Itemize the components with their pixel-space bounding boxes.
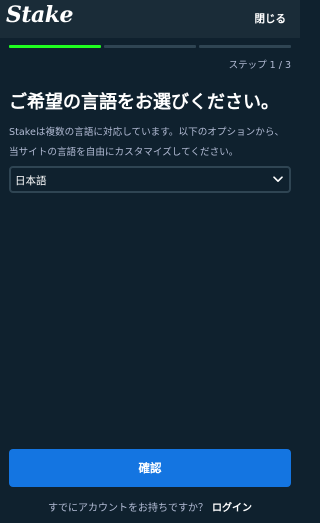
login-prompt: すでにアカウントをお持ちですか？ ログイン [0, 499, 300, 514]
close-button[interactable]: 閉じる [255, 11, 287, 26]
language-select-value: 日本語 [15, 175, 47, 187]
progress-segment-1 [9, 45, 101, 48]
progress-segment-2 [104, 45, 196, 48]
page-title: ご希望の言語をお選びください。 [9, 92, 279, 113]
page-description: Stakeは複数の言語に対応しています。以下のオプションから、当サイトの言語を自… [9, 127, 285, 158]
language-select[interactable]: 日本語 [9, 166, 291, 193]
top-bar: Stake 閉じる [0, 0, 300, 38]
chevron-down-icon [273, 176, 283, 182]
onboarding-screen: Stake 閉じる ステップ 1 / 3 ご希望の言語をお選びください。 Sta… [0, 0, 300, 523]
login-prompt-text: すでにアカウントをお持ちですか？ [47, 503, 209, 514]
confirm-button[interactable]: 確認 [9, 449, 291, 487]
step-progress-bar [9, 45, 291, 48]
login-link[interactable]: ログイン [212, 503, 252, 514]
stake-logo[interactable]: Stake [6, 2, 74, 28]
progress-segment-3 [199, 45, 291, 48]
step-indicator: ステップ 1 / 3 [228, 60, 291, 71]
confirm-button-label: 確認 [138, 461, 162, 475]
